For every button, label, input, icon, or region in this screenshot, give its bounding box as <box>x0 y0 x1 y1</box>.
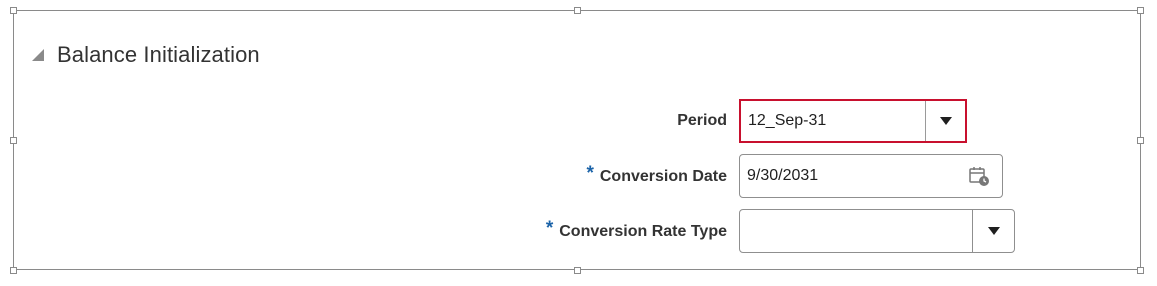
period-select[interactable]: 12_Sep-31 <box>739 99 967 143</box>
period-dropdown-button[interactable] <box>926 101 965 141</box>
chevron-down-icon <box>939 117 952 125</box>
required-marker: * <box>586 163 594 184</box>
resize-handle-bottom-left[interactable] <box>10 267 17 274</box>
period-value[interactable]: 12_Sep-31 <box>741 112 925 130</box>
conversion-date-label: * Conversion Date <box>586 163 727 185</box>
period-row: Period 12_Sep-31 <box>0 99 1157 143</box>
section-title: Balance Initialization <box>57 42 260 67</box>
resize-handle-bottom-right[interactable] <box>1137 267 1144 274</box>
conversion-date-value[interactable]: 9/30/2031 <box>740 167 958 185</box>
chevron-down-icon <box>987 227 1000 235</box>
conversion-rate-type-row: * Conversion Rate Type <box>0 209 1157 253</box>
required-marker: * <box>545 218 554 239</box>
resize-handle-top-right[interactable] <box>1137 7 1144 14</box>
period-label: Period <box>677 112 727 129</box>
conversion-date-row: * Conversion Date 9/30/2031 <box>0 154 1157 198</box>
collapse-triangle-icon[interactable] <box>31 48 45 62</box>
conversion-date-input[interactable]: 9/30/2031 <box>739 154 1003 198</box>
resize-handle-bottom-center[interactable] <box>574 267 581 274</box>
resize-handle-top-left[interactable] <box>10 7 17 14</box>
date-picker-button[interactable] <box>958 155 1002 197</box>
calendar-icon <box>969 167 989 186</box>
section-header[interactable]: Balance Initialization <box>31 42 260 68</box>
conversion-rate-type-dropdown-button[interactable] <box>973 210 1014 252</box>
resize-handle-top-center[interactable] <box>574 7 581 14</box>
conversion-rate-type-select[interactable] <box>739 209 1015 253</box>
conversion-rate-type-label: * Conversion Rate Type <box>545 218 727 240</box>
